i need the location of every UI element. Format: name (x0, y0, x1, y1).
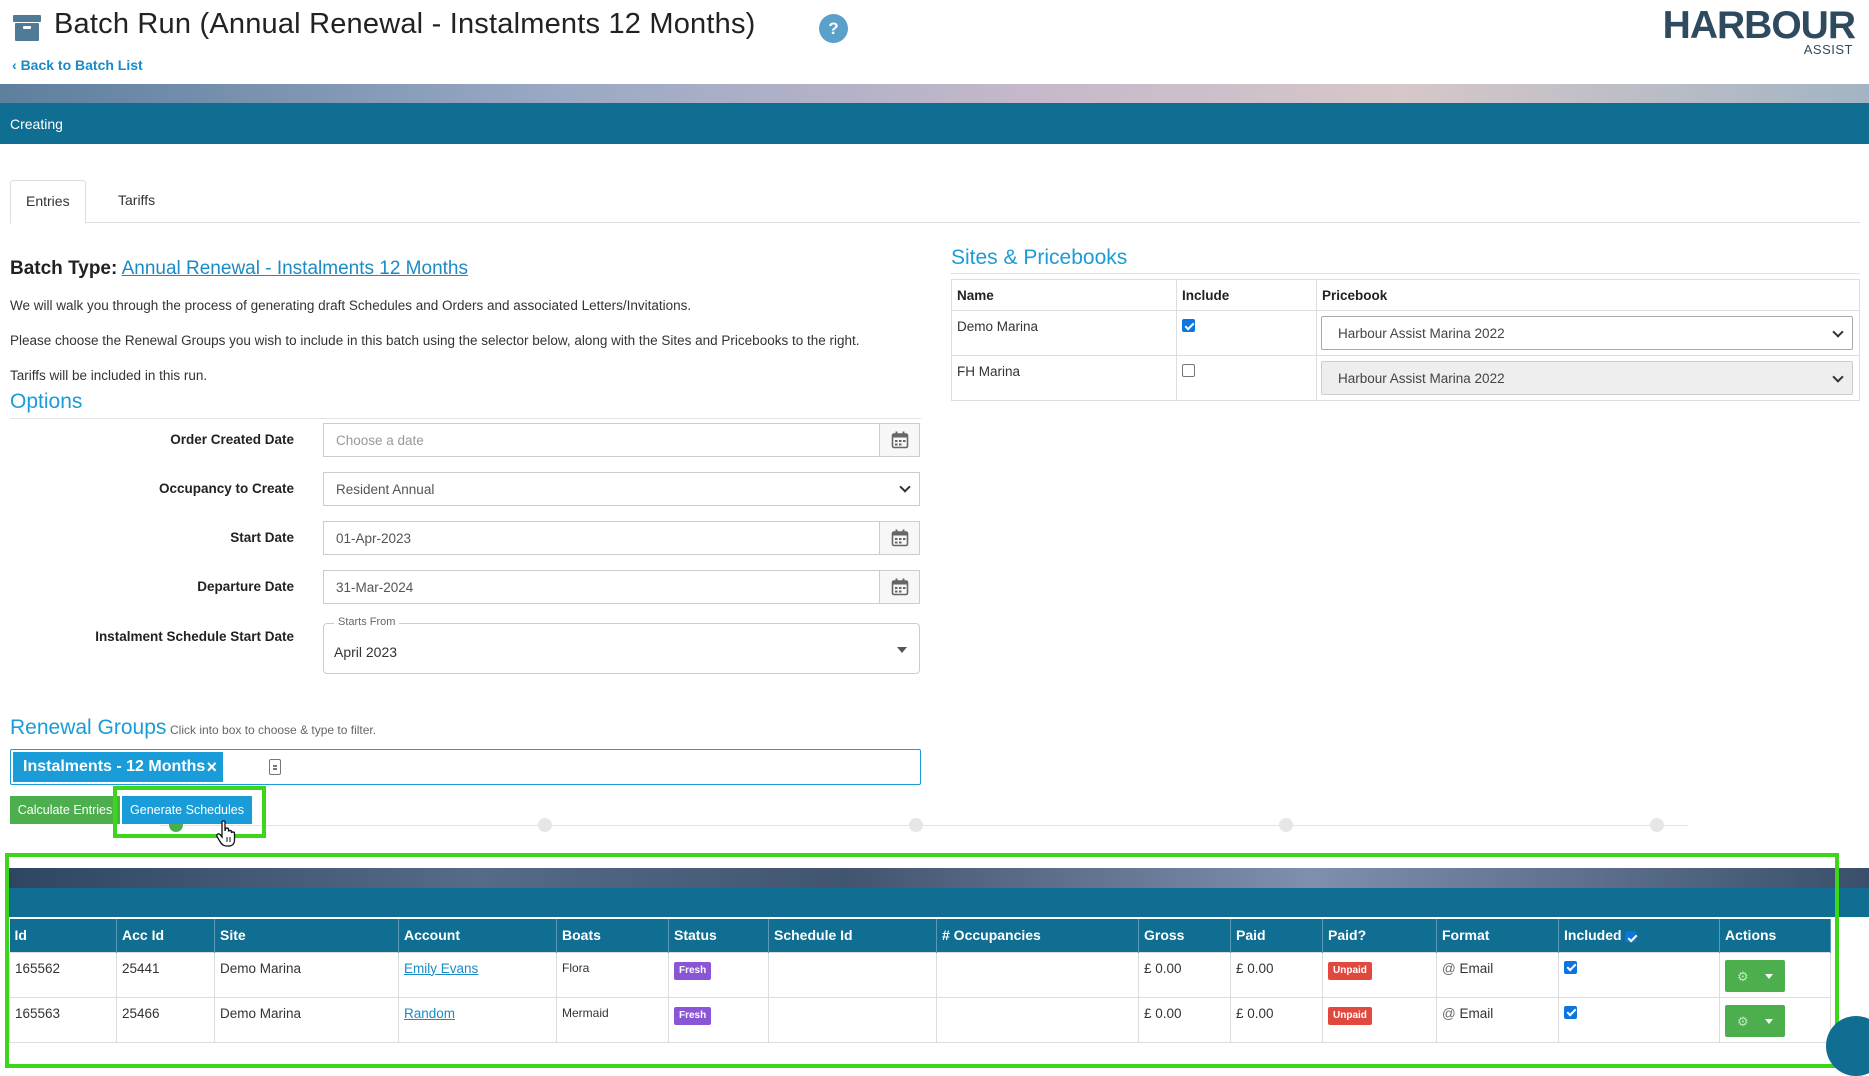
instalment-start-label: Instalment Schedule Start Date (95, 629, 294, 644)
occupancy-value: Resident Annual (336, 482, 435, 497)
tab-entries[interactable]: Entries (10, 180, 86, 224)
calendar-icon (891, 431, 909, 449)
intro-text-2: Please choose the Renewal Groups you wis… (10, 333, 860, 348)
table-row: Demo Marina Harbour Assist Marina 2022 (951, 310, 1860, 356)
harbour-assist-logo: HARBOUR ASSIST (1663, 4, 1856, 57)
intro-text-1: We will walk you through the process of … (10, 298, 692, 313)
dropdown-arrow-icon (897, 647, 907, 653)
instalment-legend: Starts From (334, 616, 400, 628)
include-checkbox[interactable] (1182, 364, 1195, 377)
step-progress-line (160, 825, 1688, 826)
renewal-group-chip: Instalments - 12 Months × (13, 752, 223, 782)
sites-divider (951, 273, 1860, 274)
start-date-value: 01-Apr-2023 (336, 531, 412, 546)
order-created-placeholder: Choose a date (336, 433, 424, 448)
calendar-button[interactable] (879, 522, 919, 554)
help-icon[interactable]: ? (819, 14, 848, 43)
table-header-row: Name Include Pricebook (951, 279, 1860, 311)
chevron-down-icon (899, 481, 911, 493)
batch-type-label: Batch Type: (10, 258, 118, 279)
archive-icon (13, 15, 41, 41)
step-dot-5 (1650, 818, 1664, 832)
col-include: Include (1176, 279, 1317, 311)
instalment-start-select[interactable]: Starts From April 2023 (323, 616, 920, 674)
start-date-label: Start Date (230, 530, 294, 545)
start-date-input[interactable]: 01-Apr-2023 (323, 521, 920, 555)
status-bar: Creating (0, 103, 1869, 144)
instalment-value: April 2023 (334, 644, 398, 660)
calculate-entries-button[interactable]: Calculate Entries (10, 796, 120, 824)
intro-text-3: Tariffs will be included in this run. (10, 368, 208, 383)
tab-bar: Entries Tariffs (10, 180, 1860, 224)
header-banner (0, 84, 1869, 103)
batch-type: Batch Type: Annual Renewal - Instalments… (10, 258, 468, 280)
options-title: Options (10, 390, 83, 413)
step-dot-3 (909, 818, 923, 832)
site-name: FH Marina (951, 355, 1177, 401)
batch-type-link[interactable]: Annual Renewal - Instalments 12 Months (122, 258, 468, 279)
sites-pricebooks-table: Name Include Pricebook Demo Marina Harbo… (951, 279, 1860, 401)
occupancy-select[interactable]: Resident Annual (323, 472, 920, 506)
departure-date-value: 31-Mar-2024 (336, 580, 414, 595)
pricebook-cell: Harbour Assist Marina 2022 (1316, 310, 1860, 356)
pricebook-select[interactable]: Harbour Assist Marina 2022 (1321, 316, 1853, 350)
back-to-batch-list-link[interactable]: ‹ Back to Batch List (12, 57, 143, 73)
renewal-groups-hint: Click into box to choose & type to filte… (170, 723, 377, 737)
chip-label: Instalments - 12 Months (23, 758, 206, 775)
order-created-date-input[interactable]: Choose a date (323, 423, 920, 457)
col-pricebook: Pricebook (1316, 279, 1860, 311)
chevron-left-icon: ‹ (12, 57, 21, 73)
table-row: FH Marina Harbour Assist Marina 2022 (951, 355, 1860, 401)
logo-sub-text: ASSIST (1803, 42, 1853, 57)
renewal-groups-input[interactable]: Instalments - 12 Months × (10, 749, 921, 785)
entries-highlight-box (5, 853, 1839, 1068)
calendar-icon (891, 529, 909, 547)
renewal-groups-title: Renewal Groups (10, 716, 167, 739)
include-cell (1176, 310, 1317, 356)
departure-date-input[interactable]: 31-Mar-2024 (323, 570, 920, 604)
hand-cursor-icon (216, 820, 236, 847)
tab-tariffs[interactable]: Tariffs (103, 180, 170, 223)
step-dot-4 (1279, 818, 1293, 832)
status-text: Creating (10, 116, 63, 132)
pricebook-cell: Harbour Assist Marina 2022 (1316, 355, 1860, 401)
include-checkbox[interactable] (1182, 319, 1195, 332)
sites-pricebooks-title: Sites & Pricebooks (951, 246, 1128, 269)
col-name: Name (951, 279, 1177, 311)
page-title: Batch Run (Annual Renewal - Instalments … (54, 8, 756, 40)
pricebook-value: Harbour Assist Marina 2022 (1338, 326, 1505, 341)
pricebook-select: Harbour Assist Marina 2022 (1321, 361, 1853, 395)
chip-remove-icon[interactable]: × (206, 758, 217, 776)
calendar-button[interactable] (879, 424, 919, 456)
options-divider (10, 418, 921, 419)
include-cell (1176, 355, 1317, 401)
calendar-icon (891, 578, 909, 596)
step-dot-2 (538, 818, 552, 832)
chevron-down-icon (1832, 371, 1844, 383)
pricebook-value: Harbour Assist Marina 2022 (1338, 371, 1505, 386)
occupancy-label: Occupancy to Create (158, 481, 294, 496)
site-name: Demo Marina (951, 310, 1177, 356)
back-link-label: Back to Batch List (20, 57, 143, 73)
calendar-button[interactable] (879, 571, 919, 603)
list-icon (269, 759, 281, 775)
departure-date-label: Departure Date (197, 579, 294, 594)
chevron-down-icon (1832, 326, 1844, 338)
order-created-label: Order Created Date (170, 432, 294, 447)
page-header: Batch Run (Annual Renewal - Instalments … (0, 0, 1869, 84)
